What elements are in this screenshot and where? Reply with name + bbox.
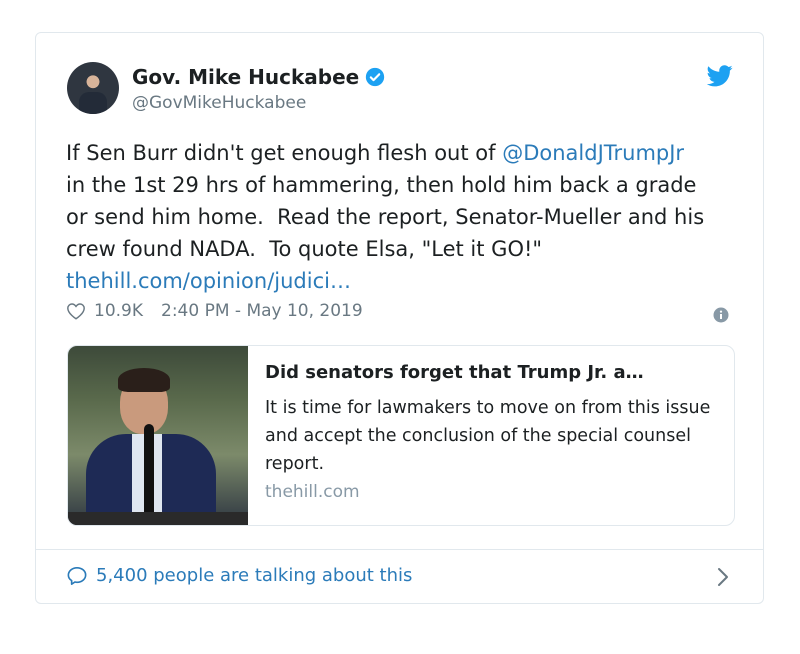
author-name[interactable]: Gov. Mike Huckabee xyxy=(132,65,359,89)
tweet-text: If Sen Burr didn't get enough flesh out … xyxy=(66,137,706,297)
author-avatar[interactable] xyxy=(67,62,119,114)
link-preview-card[interactable]: Did senators forget that Trump Jr. a… It… xyxy=(67,345,735,526)
footer-divider xyxy=(36,549,763,550)
like-count[interactable]: 10.9K xyxy=(94,301,143,321)
comment-bubble-icon xyxy=(67,566,87,585)
link-preview-domain: thehill.com xyxy=(265,482,360,502)
author-name-row[interactable]: Gov. Mike Huckabee xyxy=(132,65,385,89)
chevron-right-icon[interactable] xyxy=(717,567,729,587)
link-preview-title[interactable]: Did senators forget that Trump Jr. a… xyxy=(265,362,715,383)
talking-count-label[interactable]: 5,400 people are talking about this xyxy=(96,565,412,586)
info-icon[interactable] xyxy=(713,307,729,323)
author-handle[interactable]: @GovMikeHuckabee xyxy=(132,93,306,113)
heart-icon[interactable] xyxy=(66,302,86,320)
twitter-bird-icon[interactable] xyxy=(707,65,733,87)
link-preview-image xyxy=(68,346,248,525)
mention-link[interactable]: @DonaldJTrumpJr xyxy=(502,141,684,165)
tweet-text-start: If Sen Burr didn't get enough flesh out … xyxy=(66,141,503,165)
tweet-card: Gov. Mike Huckabee @GovMikeHuckabee If S… xyxy=(35,32,764,604)
tweet-meta: 10.9K 2:40 PM - May 10, 2019 xyxy=(66,301,363,321)
tweet-timestamp[interactable]: 2:40 PM - May 10, 2019 xyxy=(161,301,363,321)
link-preview-description: It is time for lawmakers to move on from… xyxy=(265,398,711,474)
verified-badge-icon xyxy=(366,67,385,87)
tweet-url-link[interactable]: thehill.com/opinion/judici… xyxy=(66,269,351,293)
talking-link[interactable]: 5,400 people are talking about this xyxy=(66,565,412,586)
